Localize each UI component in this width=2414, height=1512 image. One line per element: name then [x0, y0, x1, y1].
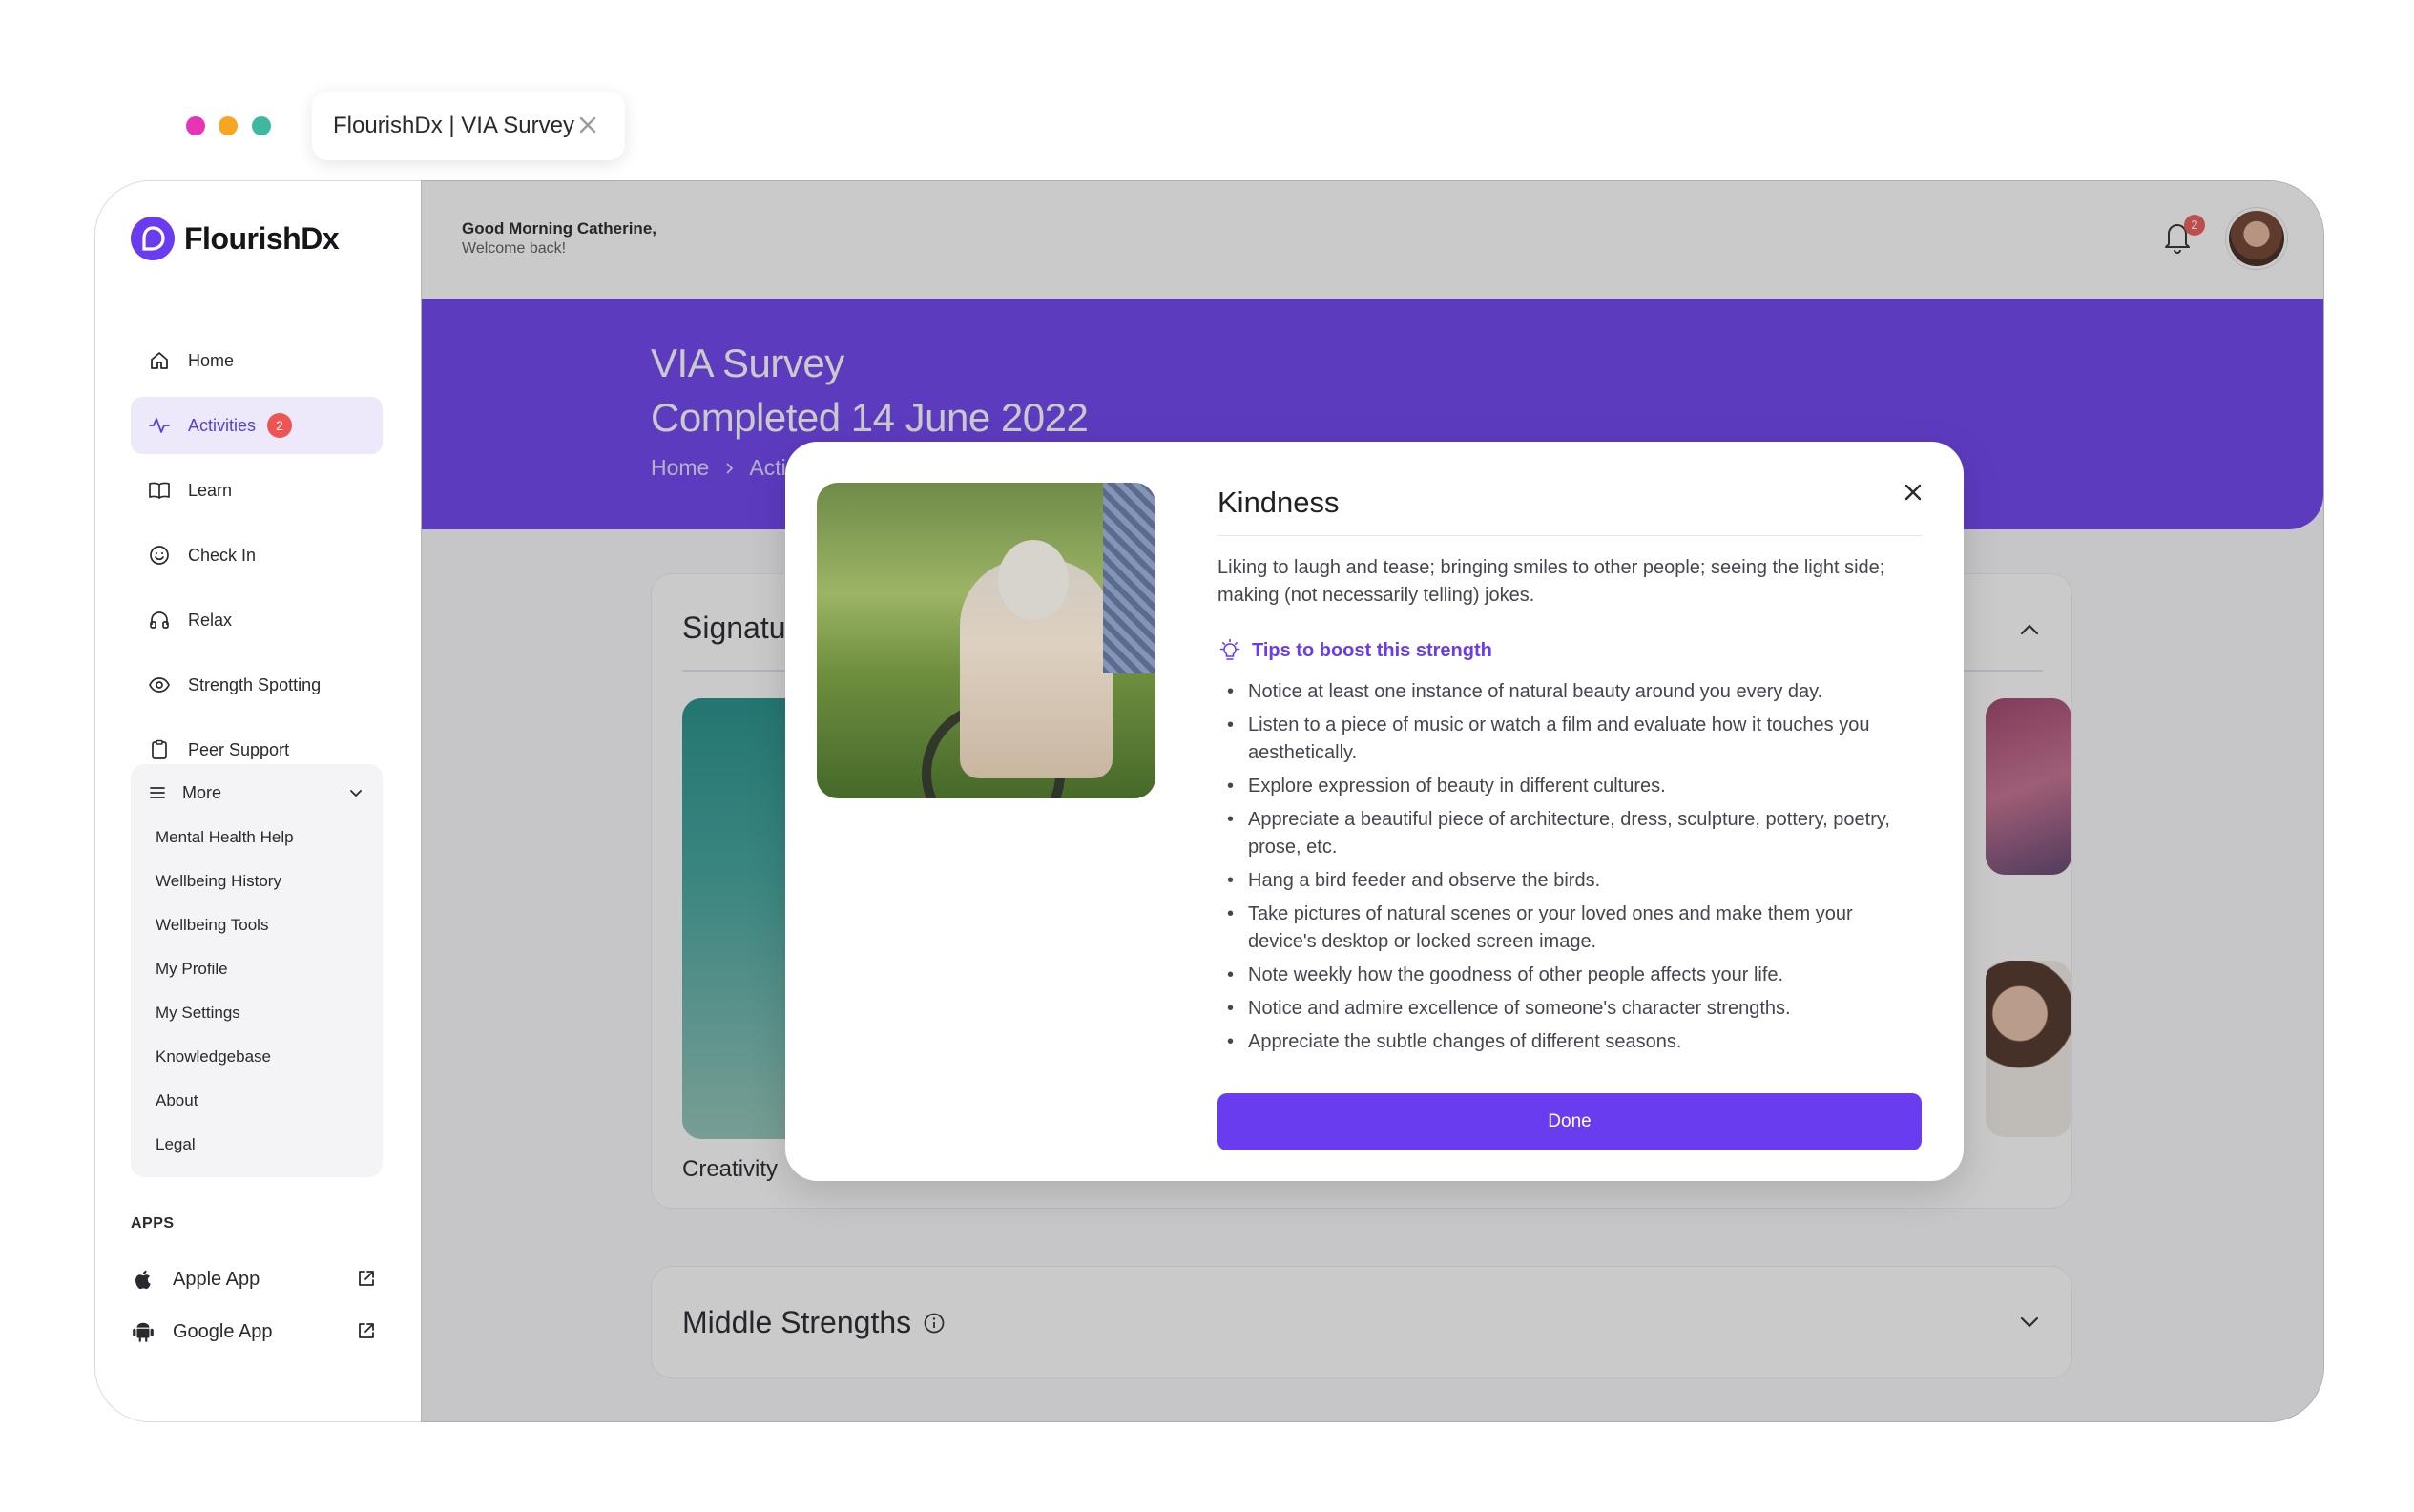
- middle-strengths-title: Middle Strengths: [682, 1305, 912, 1339]
- strength-image[interactable]: [1986, 961, 2071, 1137]
- divider: [1217, 535, 1922, 536]
- sidebar-item-learn[interactable]: Learn: [131, 462, 383, 519]
- sidebar-item-activities[interactable]: Activities 2: [131, 397, 383, 454]
- sidebar-item-label: Relax: [188, 610, 233, 630]
- brand-name: FlourishDx: [184, 220, 340, 256]
- chevron-up-icon[interactable]: [2016, 616, 2043, 643]
- tip-item: Appreciate a beautiful piece of architec…: [1227, 806, 1924, 861]
- android-icon: [133, 1322, 154, 1342]
- top-bar: Good Morning Catherine, Welcome back! 2: [422, 181, 2323, 299]
- breadcrumb-activities[interactable]: Acti: [749, 455, 785, 481]
- book-icon: [149, 482, 170, 499]
- sidebar-item-label: Peer Support: [188, 739, 290, 759]
- external-link-icon: [359, 1323, 374, 1338]
- tip-item: Explore expression of beauty in differen…: [1227, 773, 1924, 800]
- lightbulb-icon: [1219, 638, 1240, 660]
- browser-tab-title: FlourishDx | VIA Survey: [333, 113, 574, 138]
- more-toggle[interactable]: More: [148, 764, 365, 821]
- window-close-dot[interactable]: [186, 116, 205, 135]
- done-button[interactable]: Done: [1217, 1093, 1922, 1150]
- notification-count: 2: [2184, 215, 2205, 236]
- strength-image[interactable]: [1986, 698, 2071, 875]
- eye-icon: [149, 677, 170, 693]
- tips-list: Notice at least one instance of natural …: [1227, 678, 1924, 1062]
- sidebar-item-label: Learn: [188, 480, 233, 500]
- tip-item: Notice and admire excellence of someone'…: [1227, 995, 1924, 1023]
- tips-title: Tips to boost this strength: [1252, 639, 1492, 661]
- tip-item: Listen to a piece of music or watch a fi…: [1227, 712, 1924, 767]
- sidebar-item-label: Activities: [188, 415, 257, 435]
- external-link-icon: [359, 1271, 374, 1286]
- headphones-icon: [150, 611, 169, 629]
- tip-item: Take pictures of natural scenes or your …: [1227, 901, 1924, 956]
- clipboard-icon: [152, 739, 167, 759]
- smile-icon: [150, 546, 169, 565]
- apple-icon: [135, 1270, 151, 1290]
- apps-heading: APPS: [131, 1215, 175, 1232]
- middle-strengths-header: Middle Strengths: [682, 1305, 946, 1340]
- close-icon[interactable]: [573, 111, 602, 139]
- avatar[interactable]: [2226, 208, 2287, 269]
- middle-strengths-card[interactable]: Middle Strengths: [651, 1266, 2072, 1378]
- activity-icon: [149, 418, 170, 433]
- window-minimize-dot[interactable]: [219, 116, 238, 135]
- page-subtitle: Completed 14 June 2022: [651, 395, 1089, 440]
- logo-icon: [131, 217, 175, 260]
- signature-strengths-title: Signatu: [682, 611, 786, 645]
- sidebar-item-label: Check In: [188, 545, 257, 565]
- tip-item: Note weekly how the goodness of other pe…: [1227, 962, 1924, 989]
- strength-description: Liking to laugh and tease; bringing smil…: [1217, 557, 1885, 606]
- strength-label-creativity: Creativity: [682, 1156, 779, 1182]
- chevron-down-icon: [350, 790, 362, 797]
- info-icon[interactable]: [923, 1312, 946, 1335]
- menu-icon: [150, 787, 165, 798]
- sidebar-item-label: Strength Spotting: [188, 674, 322, 694]
- browser-tab[interactable]: FlourishDx | VIA Survey: [312, 92, 625, 160]
- more-item-mental-health-help[interactable]: Mental Health Help: [156, 828, 294, 847]
- google-app-label: Google App: [173, 1320, 273, 1342]
- more-item-knowledgebase[interactable]: Knowledgebase: [156, 1047, 271, 1067]
- sidebar-item-strength-spotting[interactable]: Strength Spotting: [131, 656, 383, 714]
- kindness-photo: [817, 483, 1155, 798]
- strength-modal: Kindness Liking to laugh and tease; brin…: [785, 442, 1964, 1181]
- more-item-wellbeing-tools[interactable]: Wellbeing Tools: [156, 916, 268, 935]
- more-item-legal[interactable]: Legal: [156, 1135, 196, 1154]
- apple-app-label: Apple App: [173, 1268, 260, 1290]
- photo-shape: [998, 540, 1069, 620]
- tip-item: Hang a bird feeder and observe the birds…: [1227, 867, 1924, 895]
- more-item-about[interactable]: About: [156, 1091, 198, 1110]
- google-app-link[interactable]: Google App: [131, 1313, 377, 1351]
- close-icon[interactable]: [1899, 478, 1927, 507]
- welcome-text: Welcome back!: [462, 240, 567, 257]
- photo-shape: [1103, 483, 1155, 673]
- greeting-text: Good Morning Catherine,: [462, 219, 656, 238]
- sidebar-item-home[interactable]: Home: [131, 332, 383, 389]
- page-title: VIA Survey: [651, 341, 844, 385]
- sidebar-item-check-in[interactable]: Check In: [131, 527, 383, 584]
- more-label: More: [182, 782, 222, 802]
- modal-title: Kindness: [1217, 486, 1340, 519]
- breadcrumb: Home Acti: [651, 455, 786, 481]
- notification-badge: 2: [267, 413, 293, 438]
- more-item-wellbeing-history[interactable]: Wellbeing History: [156, 872, 281, 891]
- home-icon: [151, 352, 168, 369]
- window-maximize-dot[interactable]: [252, 116, 271, 135]
- tips-heading: Tips to boost this strength: [1217, 638, 1492, 663]
- brand-logo[interactable]: FlourishDx: [131, 217, 340, 260]
- more-item-my-profile[interactable]: My Profile: [156, 960, 228, 979]
- chevron-down-icon[interactable]: [2016, 1309, 2043, 1336]
- sidebar: FlourishDx Home Activities 2 Learn Check…: [95, 181, 422, 1421]
- apple-app-link[interactable]: Apple App: [131, 1260, 377, 1298]
- chevron-right-icon: [726, 462, 734, 474]
- sidebar-item-label: Home: [188, 350, 235, 370]
- breadcrumb-home[interactable]: Home: [651, 455, 709, 481]
- more-item-my-settings[interactable]: My Settings: [156, 1004, 240, 1023]
- tip-item: Appreciate the subtle changes of differe…: [1227, 1028, 1924, 1056]
- tip-item: Notice at least one instance of natural …: [1227, 678, 1924, 706]
- more-menu: More Mental Health Help Wellbeing Histor…: [131, 764, 383, 1177]
- sidebar-item-relax[interactable]: Relax: [131, 591, 383, 649]
